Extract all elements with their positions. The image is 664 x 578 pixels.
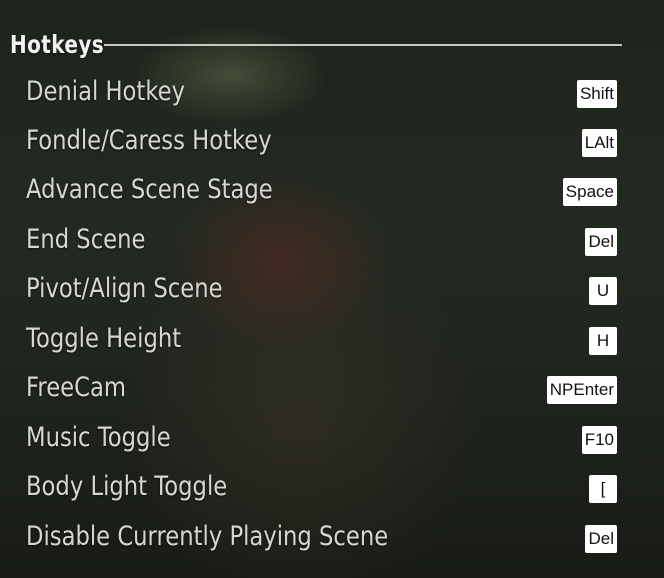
key-binding-button[interactable]: [ xyxy=(589,475,617,503)
hotkey-row-music-toggle[interactable]: Music Toggle F10 xyxy=(0,416,664,460)
hotkey-row-toggle-height[interactable]: Toggle Height H xyxy=(0,317,664,361)
section-header: Hotkeys xyxy=(10,24,622,64)
hotkey-row-disable-current-scene[interactable]: Disable Currently Playing Scene Del xyxy=(0,515,664,559)
hotkey-label: Body Light Toggle xyxy=(26,471,228,502)
section-title: Hotkeys xyxy=(10,29,105,59)
hotkey-label: Music Toggle xyxy=(26,422,171,453)
hotkey-row-end-scene[interactable]: End Scene Del xyxy=(0,218,664,262)
key-binding-button[interactable]: NPEnter xyxy=(546,376,617,404)
hotkey-label: Denial Hotkey xyxy=(26,76,186,107)
hotkey-label: Toggle Height xyxy=(26,323,182,354)
hotkey-row-fondle-caress[interactable]: Fondle/Caress Hotkey LAlt xyxy=(0,119,664,163)
hotkey-row-pivot-align-scene[interactable]: Pivot/Align Scene U xyxy=(0,267,664,311)
hotkeys-menu: Hotkeys Denial Hotkey Shift Fondle/Cares… xyxy=(0,0,664,578)
key-binding-button[interactable]: Del xyxy=(585,525,617,553)
key-binding-button[interactable]: LAlt xyxy=(581,129,617,157)
hotkey-row-body-light-toggle[interactable]: Body Light Toggle [ xyxy=(0,465,664,509)
key-binding-button[interactable]: Space xyxy=(562,178,617,206)
hotkey-label: Advance Scene Stage xyxy=(26,174,273,205)
key-binding-button[interactable]: Shift xyxy=(576,80,617,108)
section-divider xyxy=(104,44,622,46)
key-binding-button[interactable]: U xyxy=(589,277,617,305)
hotkey-row-advance-scene-stage[interactable]: Advance Scene Stage Space xyxy=(0,168,664,212)
hotkey-label: Fondle/Caress Hotkey xyxy=(26,125,272,156)
key-binding-button[interactable]: F10 xyxy=(581,426,617,454)
key-binding-button[interactable]: H xyxy=(589,327,617,355)
hotkey-label: Disable Currently Playing Scene xyxy=(26,521,389,552)
hotkey-row-denial[interactable]: Denial Hotkey Shift xyxy=(0,70,664,114)
hotkey-label: End Scene xyxy=(26,224,146,255)
key-binding-button[interactable]: Del xyxy=(585,228,617,256)
hotkey-row-freecam[interactable]: FreeCam NPEnter xyxy=(0,366,664,410)
hotkey-label: Pivot/Align Scene xyxy=(26,273,223,304)
hotkey-label: FreeCam xyxy=(26,372,126,403)
